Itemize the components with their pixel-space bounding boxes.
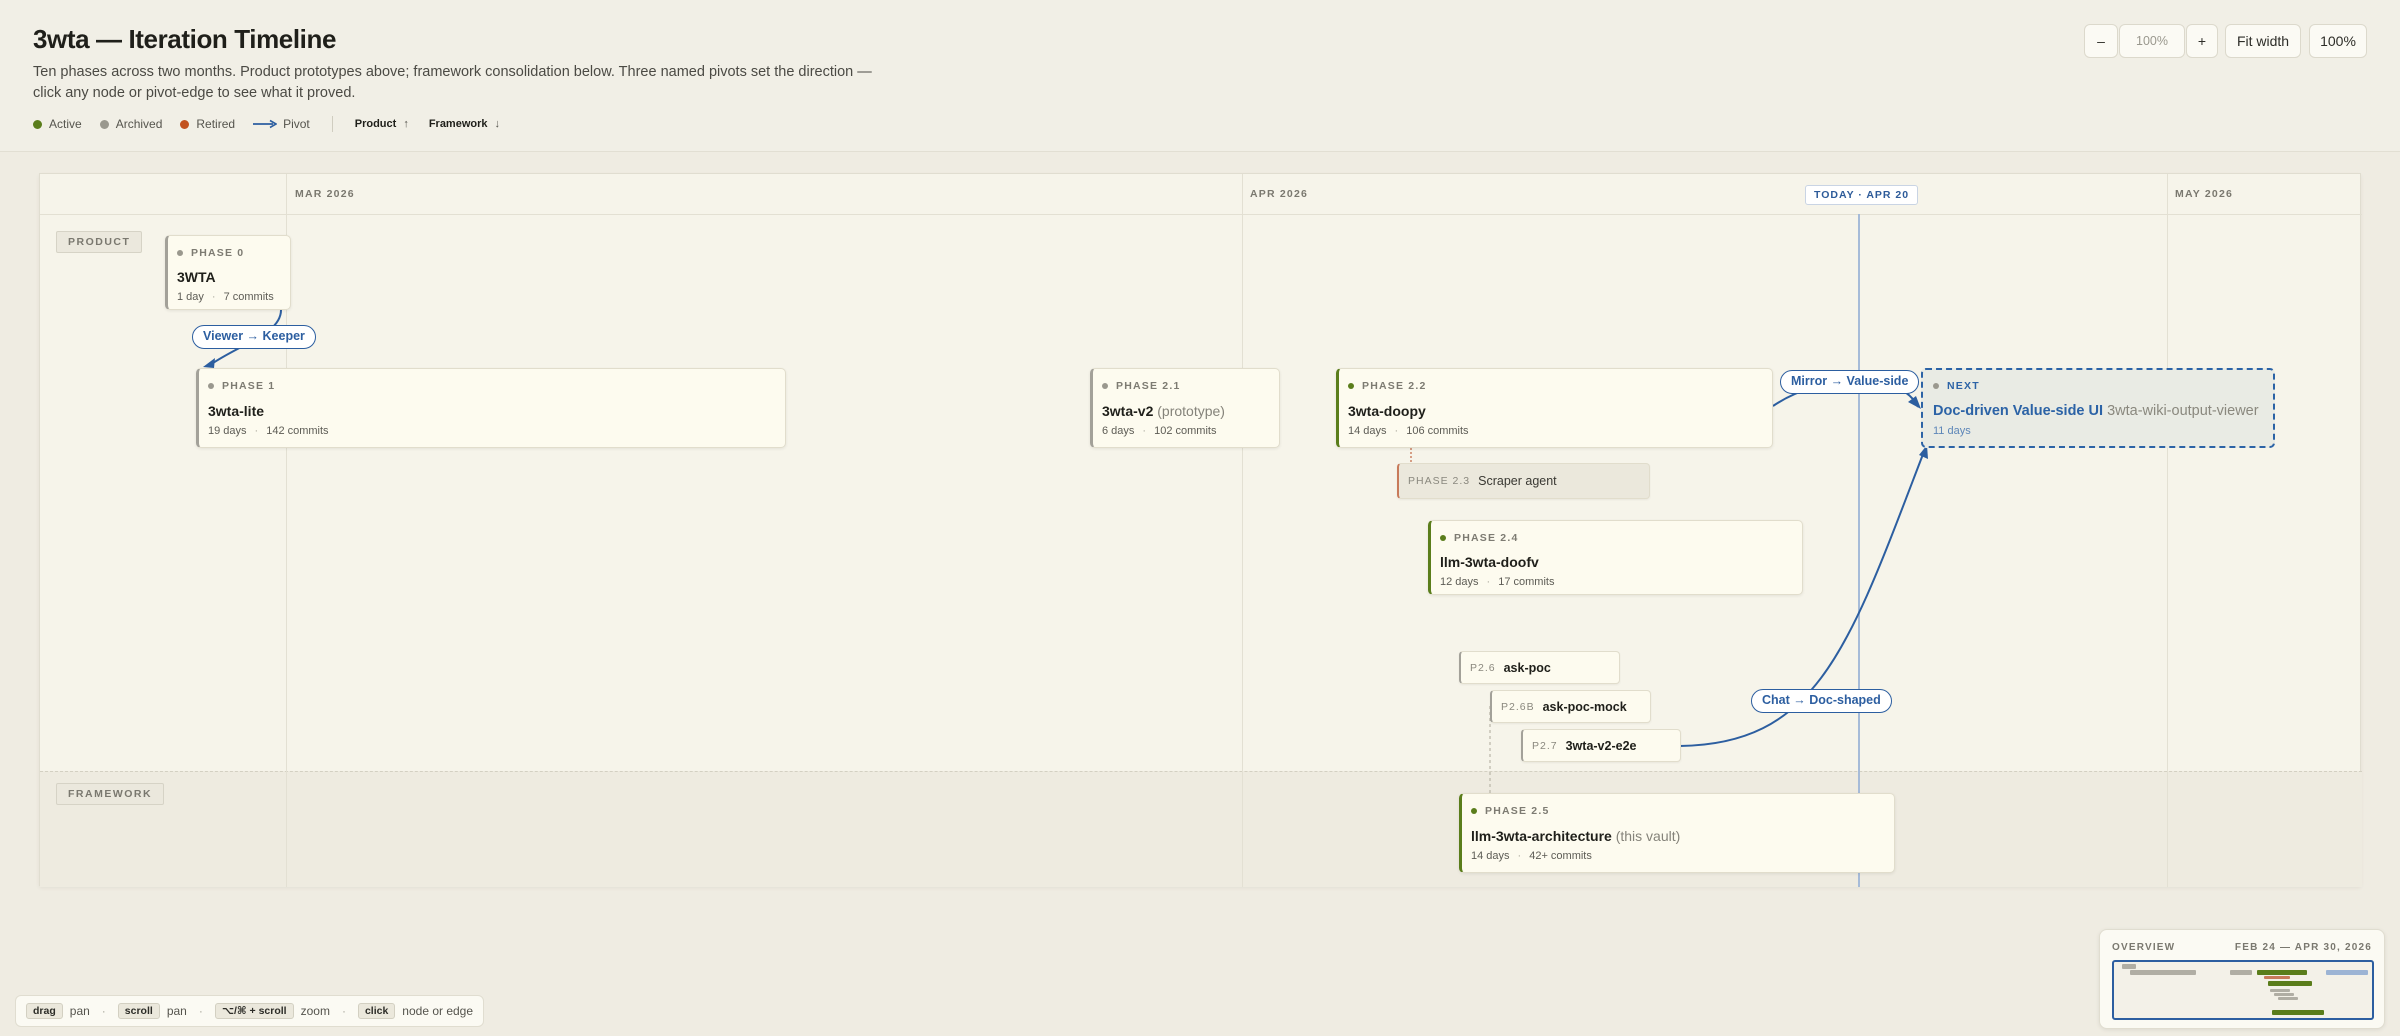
active-dot-icon: [33, 119, 42, 129]
phase-node-2-5[interactable]: PHASE 2.5 llm-3wta-architecture (this va…: [1459, 793, 1895, 873]
node-title: 3wta-v2: [1102, 403, 1154, 419]
legend-archived: Archived: [99, 117, 162, 131]
overview-bar: [2274, 993, 2294, 996]
legend-retired: Retired: [180, 117, 235, 131]
pivot-label-chat-doc[interactable]: Chat → Doc-shaped: [1751, 689, 1892, 713]
retired-dot-icon: [180, 119, 190, 129]
phase-node-0[interactable]: PHASE 0 3WTA 1 day · 7 commits: [165, 235, 291, 310]
overview-range: FEB 24 — APR 30, 2026: [2234, 942, 2372, 953]
phase-node-2-3[interactable]: PHASE 2.3 Scraper agent: [1397, 463, 1650, 499]
status-dot-icon: [208, 383, 214, 389]
arrow-up-icon[interactable]: ↑: [403, 118, 409, 130]
overview-bar: [2268, 981, 2312, 986]
overview-bar: [2264, 976, 2290, 979]
overview-viewport[interactable]: [2112, 960, 2374, 1020]
overview-bar: [2122, 964, 2136, 969]
arrow-down-icon[interactable]: ↓: [495, 118, 501, 130]
status-dot-icon: [1933, 383, 1939, 389]
phase-node-2-6[interactable]: P2.6 ask-poc: [1459, 651, 1620, 684]
status-dot-icon: [1348, 383, 1354, 389]
pivot-label-viewer-keeper[interactable]: Viewer → Keeper: [192, 325, 316, 349]
pivot-arrow-icon: [253, 119, 278, 129]
keyboard-hints: drag pan · scroll pan · ⌥/⌘ + scroll zoo…: [15, 995, 485, 1027]
legend-divider: [331, 116, 333, 132]
zoom-in-button[interactable]: +: [2186, 24, 2218, 58]
node-title: 3wta-lite: [208, 403, 265, 419]
phase-node-1[interactable]: PHASE 1 3wta-lite 19 days · 142 commits: [196, 368, 786, 448]
timeline-canvas[interactable]: MAR 2026 APR 2026 MAY 2026 TODAY · APR 2…: [39, 173, 2362, 887]
node-title: llm-3wta-architecture: [1471, 828, 1612, 844]
node-title: 3wta-doopy: [1348, 403, 1426, 419]
node-title: Doc-driven Value-side UI: [1933, 403, 2104, 419]
overview-bar: [2326, 970, 2368, 975]
page-title: 3wta — Iteration Timeline: [33, 24, 337, 54]
kbd-zoom: ⌥/⌘ + scroll: [214, 1003, 294, 1019]
overview-title: OVERVIEW: [2112, 942, 2176, 953]
kbd-scroll: scroll: [117, 1003, 160, 1019]
phase-node-2-6b[interactable]: P2.6B ask-poc-mock: [1490, 690, 1651, 723]
status-dot-icon: [177, 250, 183, 256]
overview-bar: [2272, 1010, 2324, 1015]
legend-active: Active: [33, 117, 82, 131]
status-dot-icon: [1471, 808, 1477, 814]
pivot-edge-arrowhead: [1908, 396, 1921, 409]
phase-node-2-1[interactable]: PHASE 2.1 3wta-v2 (prototype) 6 days · 102…: [1090, 368, 1280, 448]
status-dot-icon: [1440, 535, 1446, 541]
zoom-out-button[interactable]: –: [2084, 24, 2118, 58]
page-header: 3wta — Iteration Timeline Ten phases acr…: [0, 0, 2400, 152]
page-subtitle: Ten phases across two months. Product pr…: [33, 64, 872, 101]
lane-toggle-framework[interactable]: Framework: [429, 118, 488, 130]
phase-node-2-4[interactable]: PHASE 2.4 llm-3wta-doofv 12 days · 17 comm…: [1428, 520, 1803, 595]
phase-node-2-2[interactable]: PHASE 2.2 3wta-doopy 14 days · 106 commits: [1336, 368, 1773, 448]
phase-node-2-7[interactable]: P2.7 3wta-v2-e2e: [1521, 729, 1681, 762]
overview-minimap[interactable]: OVERVIEW FEB 24 — APR 30, 2026: [2099, 929, 2385, 1029]
kbd-drag: drag: [26, 1003, 63, 1019]
zoom-level-field[interactable]: 100%: [2119, 24, 2185, 58]
next-phase-node[interactable]: NEXT Doc-driven Value-side UI 3wta-wiki-…: [1921, 368, 2275, 448]
legend-pivot: Pivot: [253, 117, 310, 131]
overview-bar: [2130, 970, 2196, 975]
node-title: 3WTA: [177, 269, 216, 285]
lane-toggle-product[interactable]: Product: [355, 118, 397, 130]
pivot-edge-arrowhead: [203, 358, 215, 368]
overview-bar: [2257, 970, 2307, 975]
fit-width-button[interactable]: Fit width: [2225, 24, 2301, 58]
kbd-click: click: [357, 1003, 396, 1019]
node-title: llm-3wta-doofv: [1440, 554, 1539, 570]
zoom-reset-button[interactable]: 100%: [2309, 24, 2367, 58]
overview-bar: [2230, 970, 2252, 975]
overview-bar: [2270, 989, 2290, 992]
pivot-label-mirror-value[interactable]: Mirror → Value-side: [1780, 370, 1920, 394]
archived-dot-icon: [99, 119, 109, 129]
overview-bar: [2278, 997, 2298, 1000]
edge-layer: [203, 309, 1928, 794]
status-dot-icon: [1102, 383, 1108, 389]
legend: Active Archived Retired Pivot Product ↑ …: [33, 116, 520, 132]
